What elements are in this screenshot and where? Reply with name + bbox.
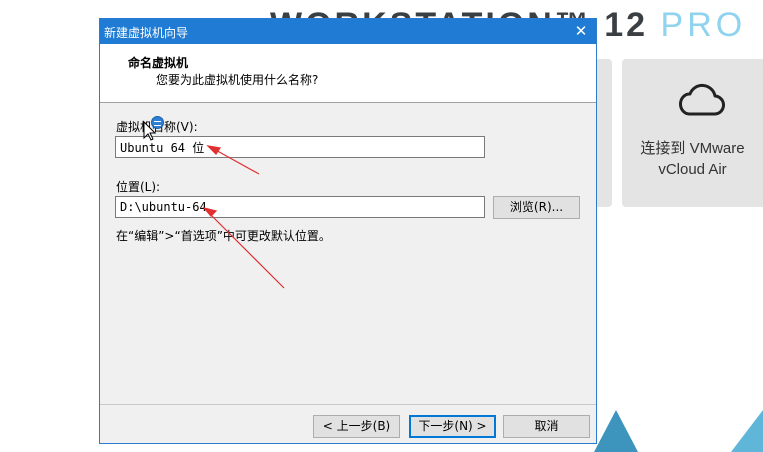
decorative-triangle xyxy=(731,410,763,452)
location-hint: 在“编辑”>“首选项”中可更改默认位置。 xyxy=(116,229,331,243)
connect-vcloud-air-tile[interactable]: 连接到 VMware vCloud Air xyxy=(622,59,763,207)
close-icon[interactable]: ✕ xyxy=(566,19,596,44)
location-input[interactable] xyxy=(115,196,485,218)
cloud-icon xyxy=(679,83,725,116)
new-vm-wizard-dialog: 新建虚拟机向导 ✕ 命名虚拟机 您要为此虚拟机使用什么名称? 虚拟机名称(V):… xyxy=(99,18,597,444)
step-subtitle: 您要为此虚拟机使用什么名称? xyxy=(156,73,319,87)
vm-name-input[interactable] xyxy=(115,136,485,158)
dialog-titlebar[interactable]: 新建虚拟机向导 ✕ xyxy=(100,19,596,44)
product-title-pro: PRO xyxy=(660,6,747,44)
browse-button[interactable]: 浏览(R)... xyxy=(493,196,580,219)
next-button[interactable]: 下一步(N) > xyxy=(409,415,496,438)
cursor-highlight-icon xyxy=(151,116,164,129)
tile-label: 连接到 VMware vCloud Air xyxy=(640,140,745,178)
footer-divider xyxy=(100,404,596,405)
decorative-triangle xyxy=(594,410,638,452)
back-button[interactable]: < 上一步(B) xyxy=(313,415,400,438)
dialog-title: 新建虚拟机向导 xyxy=(104,26,189,40)
wizard-header: 命名虚拟机 您要为此虚拟机使用什么名称? xyxy=(100,44,596,103)
cancel-button[interactable]: 取消 xyxy=(503,415,590,438)
location-label: 位置(L): xyxy=(116,180,161,194)
step-title: 命名虚拟机 xyxy=(128,56,189,70)
